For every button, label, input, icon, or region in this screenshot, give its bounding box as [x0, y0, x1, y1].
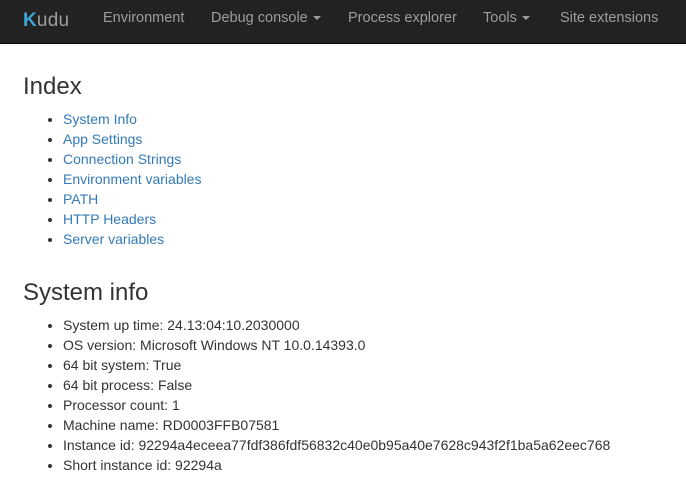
nav-environment[interactable]: Environment — [103, 0, 184, 44]
system-info-list: System up time: 24.13:04:10.2030000 OS v… — [23, 315, 610, 475]
link-server-variables[interactable]: Server variables — [63, 231, 164, 247]
list-item: 64 bit system: True — [63, 355, 610, 375]
nav-site-extensions[interactable]: Site extensions — [560, 0, 658, 44]
list-item: Environment variables — [63, 169, 202, 189]
kudu-logo[interactable]: Kudu — [23, 6, 69, 36]
list-item: Server variables — [63, 229, 202, 249]
link-connection-strings[interactable]: Connection Strings — [63, 151, 181, 167]
link-app-settings[interactable]: App Settings — [63, 131, 142, 147]
nav-process-explorer-label: Process explorer — [348, 10, 457, 26]
nav-process-explorer[interactable]: Process explorer — [348, 0, 457, 44]
top-navbar: Kudu Environment Debug console Process e… — [0, 0, 686, 44]
list-item: HTTP Headers — [63, 209, 202, 229]
list-item: OS version: Microsoft Windows NT 10.0.14… — [63, 335, 610, 355]
nav-tools-label: Tools — [483, 10, 517, 26]
kudu-logo-k: K — [23, 10, 37, 31]
index-link-list: System Info App Settings Connection Stri… — [23, 109, 202, 249]
link-environment-variables[interactable]: Environment variables — [63, 171, 202, 187]
nav-site-extensions-label: Site extensions — [560, 10, 659, 26]
nav-debug-console-label: Debug console — [211, 10, 308, 26]
list-item: PATH — [63, 189, 202, 209]
list-item: System up time: 24.13:04:10.2030000 — [63, 315, 610, 335]
list-item: Connection Strings — [63, 149, 202, 169]
nav-environment-label: Environment — [103, 10, 185, 26]
nav-tools[interactable]: Tools — [483, 0, 530, 44]
list-item: Machine name: RD0003FFB07581 — [63, 415, 610, 435]
list-item: Short instance id: 92294a — [63, 455, 610, 475]
link-path[interactable]: PATH — [63, 191, 98, 207]
index-heading: Index — [23, 73, 82, 100]
system-info-heading: System info — [23, 279, 149, 306]
chevron-down-icon — [521, 16, 530, 21]
list-item: Processor count: 1 — [63, 395, 610, 415]
list-item: 64 bit process: False — [63, 375, 610, 395]
link-system-info[interactable]: System Info — [63, 111, 137, 127]
link-http-headers[interactable]: HTTP Headers — [63, 211, 156, 227]
chevron-down-icon — [312, 16, 321, 21]
nav-debug-console[interactable]: Debug console — [211, 0, 321, 44]
list-item: App Settings — [63, 129, 202, 149]
list-item: Instance id: 92294a4eceea77fdf386fdf5683… — [63, 435, 610, 455]
kudu-logo-text: udu — [36, 10, 70, 31]
list-item: System Info — [63, 109, 202, 129]
